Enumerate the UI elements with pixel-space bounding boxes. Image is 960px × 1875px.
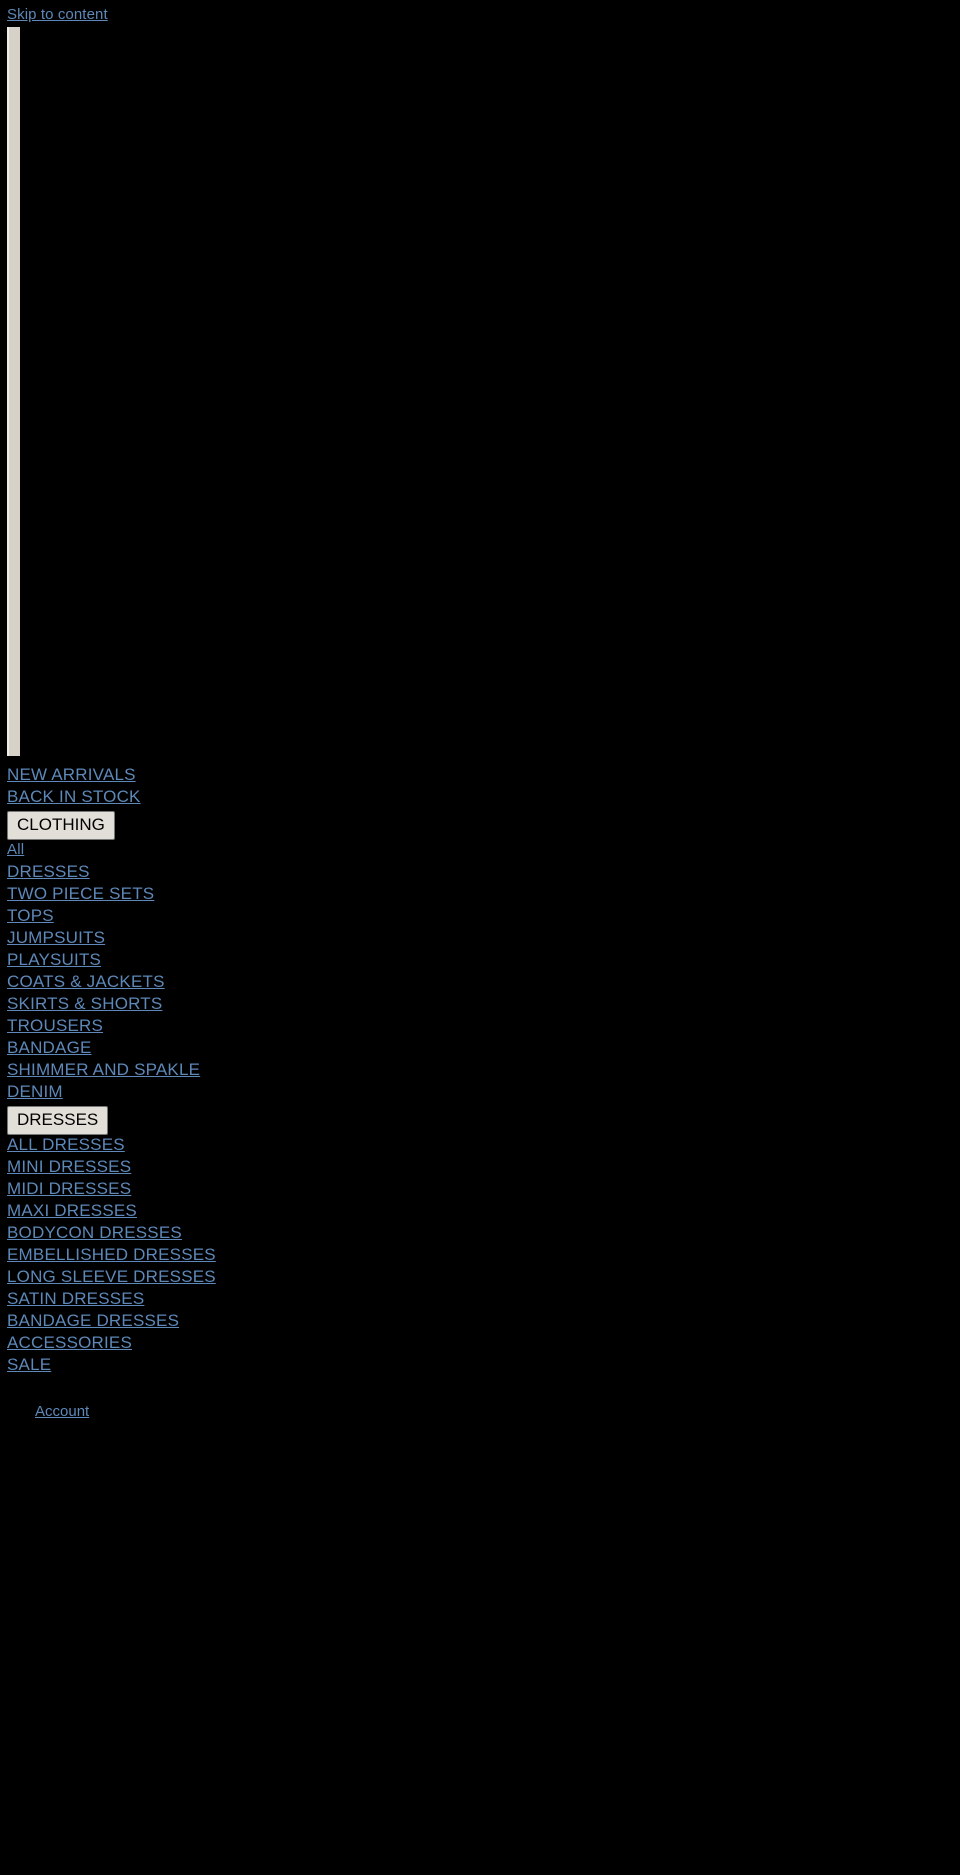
nav-item-dresses[interactable]: DRESSES [0,861,960,883]
nav-item-tops[interactable]: TOPS [0,905,960,927]
nav-item-midi-dresses[interactable]: MIDI DRESSES [0,1178,960,1200]
dresses-disclosure-button[interactable]: DRESSES [7,1106,109,1135]
nav-item-bandage[interactable]: BANDAGE [0,1037,960,1059]
page-root: Skip to content NEW ARRIVALS BACK IN STO… [0,0,960,1875]
account-link[interactable]: Account [35,1403,89,1420]
nav-item-denim[interactable]: DENIM [0,1081,960,1103]
nav-item-long-sleeve-dresses[interactable]: LONG SLEEVE DRESSES [0,1266,960,1288]
main-navigation: NEW ARRIVALS BACK IN STOCK CLOTHING All … [0,764,960,1422]
nav-item-skirts-and-shorts[interactable]: SKIRTS & SHORTS [0,993,960,1015]
skip-to-content-link[interactable]: Skip to content [7,6,108,24]
nav-item-accessories[interactable]: ACCESSORIES [0,1332,960,1354]
nav-item-coats-and-jackets[interactable]: COATS & JACKETS [0,971,960,993]
nav-item-playsuits[interactable]: PLAYSUITS [0,949,960,971]
nav-item-new-arrivals[interactable]: NEW ARRIVALS [0,764,960,786]
nav-item-trousers[interactable]: TROUSERS [0,1015,960,1037]
nav-item-shimmer-and-spakle[interactable]: SHIMMER AND SPAKLE [0,1059,960,1081]
dresses-group-header: DRESSES [0,1103,960,1135]
broken-logo-image-placeholder [7,27,20,756]
nav-item-mini-dresses[interactable]: MINI DRESSES [0,1156,960,1178]
nav-item-maxi-dresses[interactable]: MAXI DRESSES [0,1200,960,1222]
nav-item-jumpsuits[interactable]: JUMPSUITS [0,927,960,949]
nav-item-embellished-dresses[interactable]: EMBELLISHED DRESSES [0,1244,960,1266]
nav-item-bandage-dresses[interactable]: BANDAGE DRESSES [0,1310,960,1332]
nav-item-back-in-stock[interactable]: BACK IN STOCK [0,786,960,808]
nav-item-all-dresses[interactable]: ALL DRESSES [0,1134,960,1156]
nav-item-satin-dresses[interactable]: SATIN DRESSES [0,1288,960,1310]
nav-item-clothing-all[interactable]: All [0,839,960,861]
clothing-group-header: CLOTHING [0,808,960,840]
account-section: Account [0,1402,960,1422]
nav-item-two-piece-sets[interactable]: TWO PIECE SETS [0,883,960,905]
nav-item-sale[interactable]: SALE [0,1354,960,1376]
nav-item-bodycon-dresses[interactable]: BODYCON DRESSES [0,1222,960,1244]
clothing-disclosure-button[interactable]: CLOTHING [7,811,115,840]
